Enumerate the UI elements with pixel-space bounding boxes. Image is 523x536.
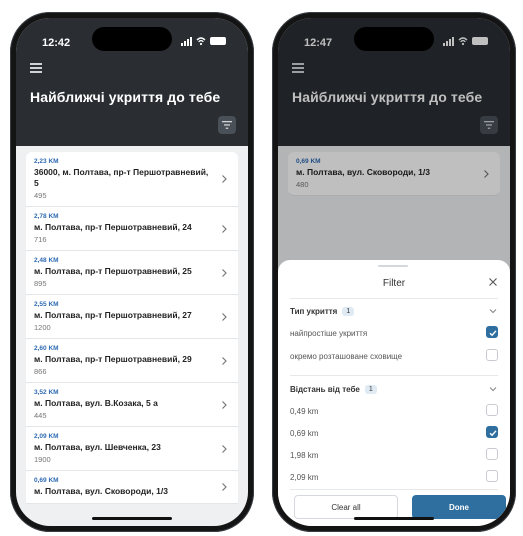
shelter-distance: 2,60 KM xyxy=(34,345,59,352)
divider xyxy=(290,375,498,376)
filter-icon xyxy=(222,121,232,129)
chevron-down-icon xyxy=(489,387,497,392)
chevron-down-icon xyxy=(489,309,497,314)
chevron-right-icon xyxy=(222,268,227,277)
shelter-capacity: 1200 xyxy=(34,323,51,332)
filter-title: Filter xyxy=(382,278,406,289)
option-separate-storage[interactable]: окремо розташоване сховище xyxy=(290,349,498,363)
shelter-card[interactable]: 2,60 KM м. Полтава, пр-т Першотравневий,… xyxy=(26,339,238,383)
option-distance[interactable]: 2,09 km xyxy=(290,470,498,484)
option-label: окремо розташоване сховище xyxy=(290,351,403,361)
shelter-address: м. Полтава, пр-т Першотравневий, 25 xyxy=(34,266,192,276)
shelter-distance: 3,52 KM xyxy=(34,389,59,396)
phone-left: 12:42 Найближчі укриття до тебе 2,23 KM … xyxy=(10,12,254,532)
done-button[interactable]: Done xyxy=(412,495,506,519)
shelter-capacity: 495 xyxy=(34,191,47,200)
status-time: 12:42 xyxy=(42,37,71,49)
shelter-list: 2,23 KM 36000, м. Полтава, пр-т Першотра… xyxy=(26,152,238,504)
clear-all-button[interactable]: Clear all xyxy=(294,495,398,519)
shelter-address: м. Полтава, пр-т Першотравневий, 24 xyxy=(34,222,192,232)
shelter-card[interactable]: 3,52 KM м. Полтава, вул. В.Козака, 5 а 4… xyxy=(26,383,238,427)
shelter-card[interactable]: 2,78 KM м. Полтава, пр-т Першотравневий,… xyxy=(26,207,238,251)
shelter-distance: 2,78 KM xyxy=(34,213,59,220)
shelter-capacity: 895 xyxy=(34,279,47,288)
shelter-distance: 2,23 KM xyxy=(34,158,59,165)
shelter-address: м. Полтава, вул. Сковороди, 1/3 xyxy=(34,486,168,496)
option-distance[interactable]: 0,49 km xyxy=(290,404,498,418)
checkbox[interactable] xyxy=(486,470,498,482)
checkbox[interactable] xyxy=(486,404,498,416)
chevron-right-icon xyxy=(222,356,227,365)
shelter-card[interactable]: 2,48 KM м. Полтава, пр-т Першотравневий,… xyxy=(26,251,238,295)
shelter-list-screen: 12:42 Найближчі укриття до тебе 2,23 KM … xyxy=(16,18,248,526)
section-label: Відстань від тебе xyxy=(290,384,360,394)
close-icon[interactable] xyxy=(488,277,498,287)
section-label: Тип укриття xyxy=(290,306,338,316)
menu-icon[interactable] xyxy=(30,63,42,73)
shelter-card[interactable]: 2,55 KM м. Полтава, пр-т Першотравневий,… xyxy=(26,295,238,339)
page-title: Найближчі укриття до тебе xyxy=(30,89,221,105)
divider xyxy=(290,298,498,299)
chevron-right-icon xyxy=(222,224,227,233)
section-shelter-type[interactable]: Тип укриття 1 xyxy=(290,303,498,319)
shelter-distance: 0,69 KM xyxy=(34,477,59,484)
section-distance[interactable]: Відстань від тебе 1 xyxy=(290,381,498,397)
option-simplest-shelter[interactable]: найпростіше укриття xyxy=(290,326,498,340)
chevron-right-icon xyxy=(222,175,227,183)
option-label: найпростіше укриття xyxy=(290,328,368,338)
checkbox[interactable] xyxy=(486,349,498,361)
option-label: 1,98 km xyxy=(290,450,319,460)
count-badge: 1 xyxy=(364,384,377,394)
home-indicator xyxy=(354,517,434,520)
shelter-card[interactable]: 2,09 KM м. Полтава, вул. Шевченка, 23 19… xyxy=(26,427,238,471)
checkbox[interactable] xyxy=(486,448,498,460)
phone-right: 12:47 Найближчі укриття до тебе 0,69 KM … xyxy=(272,12,516,532)
shelter-capacity: 866 xyxy=(34,367,47,376)
shelter-card[interactable]: 2,23 KM 36000, м. Полтава, пр-т Першотра… xyxy=(26,152,238,207)
shelter-address: м. Полтава, пр-т Першотравневий, 29 xyxy=(34,354,192,364)
checkbox-checked[interactable] xyxy=(486,426,498,438)
shelter-address: м. Полтава, вул. В.Козака, 5 а xyxy=(34,398,158,408)
check-icon xyxy=(489,430,497,437)
sheet-grabber[interactable] xyxy=(378,265,408,267)
shelter-address: м. Полтава, пр-т Першотравневий, 27 xyxy=(34,310,192,320)
option-distance[interactable]: 1,98 km xyxy=(290,448,498,462)
shelter-card[interactable]: 0,69 KM м. Полтава, вул. Сковороди, 1/3 xyxy=(26,471,238,504)
battery-icon xyxy=(210,37,226,45)
option-distance[interactable]: 0,69 km xyxy=(290,426,498,440)
option-label: 2,09 km xyxy=(290,472,319,482)
chevron-right-icon xyxy=(222,312,227,321)
shelter-capacity: 716 xyxy=(34,235,47,244)
chevron-right-icon xyxy=(222,483,227,491)
shelter-distance: 2,09 KM xyxy=(34,433,59,440)
shelter-address: 36000, м. Полтава, пр-т Першотравневий, … xyxy=(34,167,209,188)
chevron-right-icon xyxy=(222,444,227,453)
check-icon xyxy=(489,330,497,337)
shelter-capacity: 1900 xyxy=(34,455,51,464)
count-badge: 1 xyxy=(342,306,355,316)
option-label: 0,49 km xyxy=(290,406,319,416)
filter-screen: 12:47 Найближчі укриття до тебе 0,69 KM … xyxy=(278,18,510,526)
dynamic-island xyxy=(92,27,172,51)
chevron-right-icon xyxy=(222,400,227,409)
signal-icon xyxy=(181,36,192,46)
filter-button[interactable] xyxy=(218,116,236,134)
shelter-address: м. Полтава, вул. Шевченка, 23 xyxy=(34,442,161,452)
header: 12:42 Найближчі укриття до тебе xyxy=(16,18,248,146)
shelter-distance: 2,48 KM xyxy=(34,257,59,264)
option-label: 0,69 km xyxy=(290,428,319,438)
checkbox-checked[interactable] xyxy=(486,326,498,338)
home-indicator xyxy=(92,517,172,520)
filter-sheet: Filter Тип укриття 1 найпростіше укриття… xyxy=(278,260,510,526)
wifi-icon xyxy=(196,37,206,46)
shelter-capacity: 445 xyxy=(34,411,47,420)
divider xyxy=(290,489,498,490)
shelter-distance: 2,55 KM xyxy=(34,301,59,308)
status-icons xyxy=(181,36,226,46)
